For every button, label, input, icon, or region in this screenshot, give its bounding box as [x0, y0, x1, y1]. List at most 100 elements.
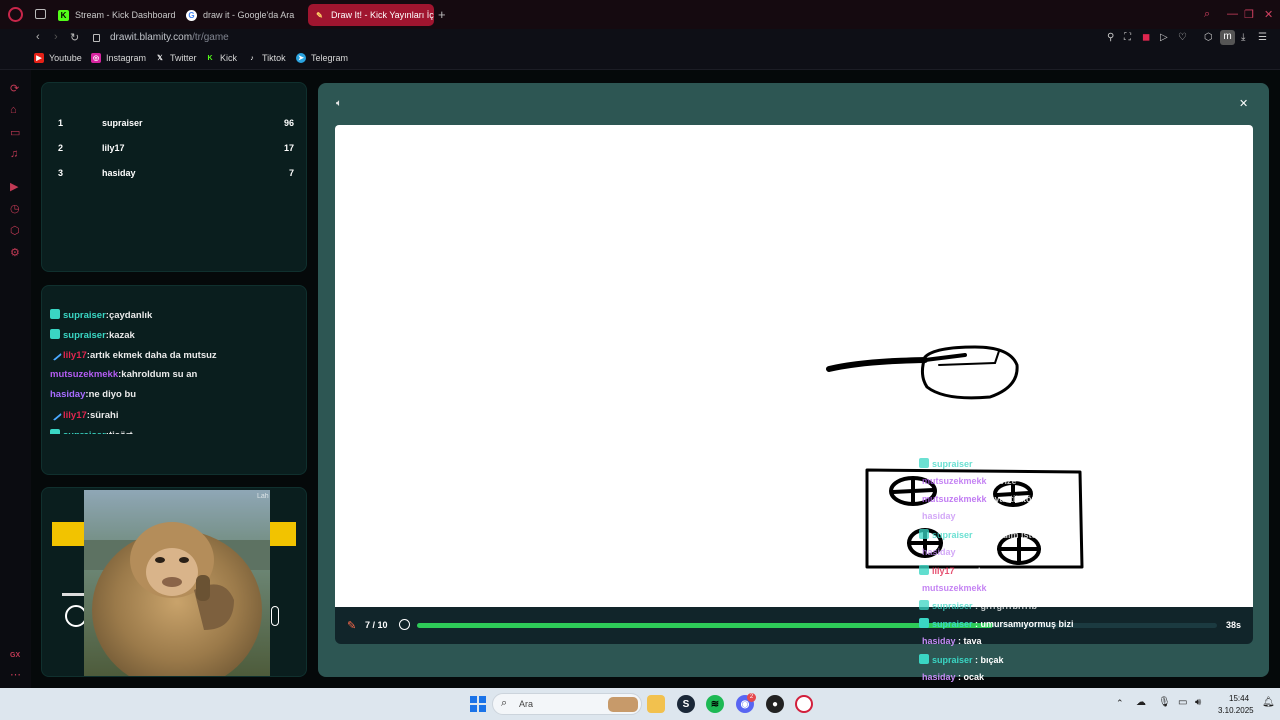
chat-username[interactable]: supraiser [63, 310, 106, 321]
overlay-separator: : [972, 530, 981, 541]
bookmark-youtube[interactable]: ▶ Youtube [34, 53, 82, 63]
profile-avatar[interactable]: m [1220, 30, 1235, 45]
taskbar-search-box[interactable]: ⌕ Ara [492, 693, 642, 715]
heart-icon[interactable]: ♡ [1178, 32, 1187, 43]
obs-icon[interactable]: ● [766, 695, 784, 713]
back-button[interactable]: ‹ [36, 31, 40, 43]
overlay-text: sana geç geliyo mesajlar [994, 582, 1101, 593]
overlay-separator: : [955, 671, 964, 682]
overlay-username: mutsuzekmekk [922, 475, 987, 486]
aria-icon[interactable]: ⟳ [10, 82, 19, 95]
chat-list: supraiser:çaydanlık supraiser:kazak lily17… [42, 286, 306, 434]
minimize-button[interactable]: — [1227, 8, 1238, 20]
chat-username[interactable]: lily17 [63, 350, 87, 361]
sword-badge-icon [47, 346, 63, 362]
chat-username[interactable]: lily17 [63, 410, 87, 421]
volume-icon[interactable]: 🔊︎ [1195, 697, 1201, 708]
settings-icon[interactable]: ⚙ [10, 246, 20, 259]
opera-sidebar: ⟳ ⌂ ▭ ♫ ▶ ◷ ⬡ ⚙ GX ⋯ [0, 70, 31, 688]
chevron-up-icon[interactable]: ⌃ [1116, 698, 1124, 709]
url-field[interactable]: drawit.blamity.com/tr/game [110, 32, 229, 43]
steam-icon[interactable]: S [677, 695, 695, 713]
kick-badge-icon [50, 429, 60, 434]
overlay-chat: supraiser : fan mutsuzekmekk : avize mutsu… [918, 455, 1138, 688]
spotify-icon[interactable]: ≋ [706, 695, 724, 713]
download-icon[interactable]: ⤓ [1241, 32, 1245, 43]
player-icon[interactable]: ▷ [1160, 32, 1168, 43]
pocket-icon[interactable]: ◼ [1142, 32, 1150, 43]
workspaces-icon[interactable] [35, 9, 46, 19]
bookmark-instagram[interactable]: ◎ Instagram [91, 53, 146, 63]
chat-message: supraiser:çaydanlık [50, 309, 152, 321]
extensions-icon[interactable]: ⬡ [1204, 32, 1213, 43]
bookmark-tiktok[interactable]: ♪ Tiktok [247, 53, 285, 63]
clock-date[interactable]: 3.10.2025 [1218, 706, 1254, 715]
timer-value: 38s [1226, 620, 1242, 630]
chat-username[interactable]: mutsuzekmekk [50, 369, 118, 380]
overlay-username: mutsuzekmekk [922, 493, 987, 504]
windows-start-icon[interactable] [469, 695, 487, 713]
tab-google-search[interactable]: G draw it - Google'da Ara [180, 4, 304, 26]
youtube-icon: ▶ [34, 53, 44, 63]
menu-icon[interactable]: ☰ [1258, 32, 1267, 43]
overlay-separator: : [972, 601, 981, 612]
leaderboard-row: 1 supraiser 96 [58, 118, 294, 128]
overlay-chat-message: supraiser : fan [919, 458, 994, 469]
bookmark-telegram[interactable]: ➤ Telegram [296, 53, 348, 63]
reload-button[interactable]: ↻ [70, 31, 79, 44]
discord-badge: 2 [747, 693, 756, 702]
overlay-separator: : [972, 459, 981, 469]
shopping-icon[interactable]: ⌂ [10, 104, 17, 116]
url-path: /tr/game [192, 32, 229, 43]
chat-text: artık ekmek daha da mutsuz [89, 350, 217, 361]
more-icon[interactable]: ⋯ [10, 668, 21, 681]
extensions-sidebar-icon[interactable]: ⬡ [10, 224, 20, 237]
chat-message: supraiser:kazak [50, 329, 135, 341]
clock-time[interactable]: 15:44 [1229, 694, 1249, 703]
tab-label: Stream - Kick Dashboard [75, 10, 176, 20]
overlay-separator: : [955, 547, 964, 557]
kick-badge-icon [919, 458, 929, 468]
search-icon: ⌕ [501, 697, 508, 709]
bookmark-twitter[interactable]: 𝕏 Twitter [155, 53, 196, 63]
overlay-text: grrrgrrrbrrrfb [980, 601, 1038, 612]
time-progress-fill [417, 623, 993, 628]
notification-icon[interactable]: 🔔︎ [1262, 697, 1275, 708]
overlay-chat-message: supraiser : umursamıyormuş bizi [919, 618, 1074, 629]
snapshot-icon[interactable]: ⛶ [1124, 32, 1131, 43]
display-icon[interactable]: ▭ [1178, 697, 1187, 708]
close-icon[interactable]: ✕ [1239, 97, 1248, 110]
new-tab-button[interactable]: + [438, 7, 446, 22]
network-icon[interactable]: ☁ [1136, 697, 1146, 708]
chat-message: hasiday:ne diyo bu [50, 389, 136, 400]
messenger-icon[interactable]: ▭ [10, 126, 20, 139]
tab-drawit[interactable]: ✎ Draw It! - Kick Yayınları İç [308, 4, 434, 26]
yellow-bar-left [52, 522, 84, 546]
maximize-button[interactable]: ❐ [1244, 8, 1254, 21]
opera-logo-icon[interactable] [8, 7, 23, 22]
music-icon[interactable]: ♫ [10, 148, 18, 160]
bookmark-kick[interactable]: K Kick [205, 53, 237, 63]
search-tabs-icon[interactable]: ⌕ [1204, 8, 1210, 21]
mic-icon[interactable]: 🎙︎ [1158, 697, 1171, 708]
telegram-icon: ➤ [296, 53, 306, 63]
chat-username[interactable]: supraiser [63, 430, 106, 434]
pin-icon[interactable]: ⚲ [1107, 32, 1114, 43]
history-icon[interactable]: ◷ [10, 202, 20, 215]
tab-kick-dashboard[interactable]: K Stream - Kick Dashboard [52, 4, 176, 26]
opera-taskbar-icon[interactable] [795, 695, 813, 713]
chat-username[interactable]: supraiser [63, 330, 106, 341]
kick-badge-icon [50, 329, 60, 339]
player-sidebar-icon[interactable]: ▶ [10, 180, 18, 193]
kick-badge-icon [919, 600, 929, 611]
forward-button[interactable]: › [54, 31, 58, 43]
file-explorer-icon[interactable] [647, 695, 665, 713]
speaker-icon[interactable]: 🔈︎ [336, 98, 342, 109]
chat-username[interactable]: hasiday [50, 389, 85, 400]
close-window-button[interactable]: ✕ [1264, 8, 1273, 21]
monkey-webcam-image [84, 490, 270, 676]
chat-message: lily17:sürahi [47, 406, 118, 422]
side-handle[interactable] [271, 606, 279, 626]
overlay-chat-message: supraiser : bıçak [919, 653, 1004, 665]
overlay-chat-message: mutsuzekmekk : sana geç geliyo mesajlar [922, 583, 1101, 593]
